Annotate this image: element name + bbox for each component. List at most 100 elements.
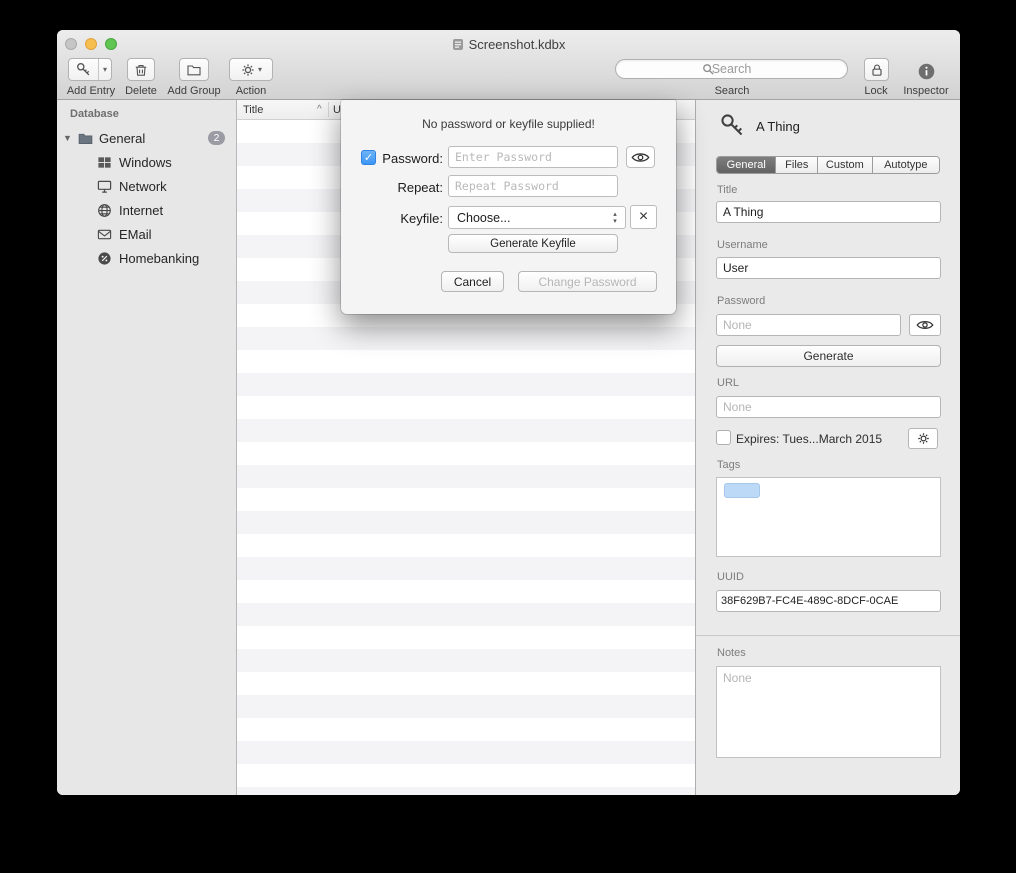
- globe-icon: [97, 202, 114, 219]
- tags-field-label: Tags: [717, 459, 740, 471]
- password-field[interactable]: [716, 314, 901, 336]
- eye-icon: [631, 151, 650, 164]
- column-header-username[interactable]: U: [333, 104, 341, 116]
- sidebar-item-label: Internet: [119, 203, 163, 218]
- monitor-icon: [97, 178, 114, 195]
- divider: [696, 635, 960, 636]
- sidebar-item-label: EMail: [119, 227, 152, 242]
- inspector-tabs: General Files Custom Autotype: [716, 156, 940, 174]
- change-password-sheet: No password or keyfile supplied! ✓ Passw…: [341, 100, 676, 314]
- tags-box[interactable]: [716, 477, 941, 557]
- inspector-toggle-button[interactable]: [915, 60, 937, 82]
- trash-icon: [133, 62, 149, 78]
- notes-field-label: Notes: [717, 647, 746, 659]
- padlock-icon: [869, 62, 885, 78]
- sidebar: Database ▼ General 2 Windows: [57, 100, 237, 795]
- expires-label: Expires: Tues...March 2015: [736, 432, 882, 446]
- password-field-label: Password: [717, 295, 765, 307]
- keyfile-label: Keyfile:: [377, 211, 443, 226]
- tab-autotype[interactable]: Autotype: [873, 157, 939, 173]
- reveal-password-button[interactable]: [626, 146, 655, 168]
- tag-chip[interactable]: [724, 483, 760, 498]
- add-group-button[interactable]: [179, 58, 209, 81]
- action-button[interactable]: ▾: [229, 58, 273, 81]
- disclosure-triangle-icon[interactable]: ▼: [63, 133, 77, 143]
- inspector-panel: A Thing General Files Custom Autotype Ti…: [695, 100, 960, 795]
- enter-password-input[interactable]: [448, 146, 618, 168]
- tab-custom[interactable]: Custom: [818, 157, 873, 173]
- desktop: Screenshot.kdbx ▾ Add Entry Delete: [0, 0, 1016, 873]
- title-field[interactable]: [716, 201, 941, 223]
- keyfile-dropdown-value: Choose...: [457, 211, 511, 225]
- folder-icon: [186, 62, 202, 78]
- add-group-label: Add Group: [164, 85, 224, 97]
- gear-icon: [240, 62, 256, 78]
- app-window: Screenshot.kdbx ▾ Add Entry Delete: [57, 30, 960, 795]
- chevron-down-icon[interactable]: ▾: [98, 59, 111, 80]
- sheet-message: No password or keyfile supplied!: [341, 117, 676, 131]
- sidebar-item-label: Windows: [119, 155, 172, 170]
- info-icon: [917, 62, 936, 81]
- gear-icon: [916, 431, 931, 446]
- reveal-password-button[interactable]: [909, 314, 941, 336]
- cancel-button[interactable]: Cancel: [441, 271, 504, 292]
- username-field-label: Username: [717, 239, 768, 251]
- keyfile-dropdown[interactable]: Choose... ▴ ▾: [448, 206, 626, 229]
- url-field[interactable]: [716, 396, 941, 418]
- repeat-label: Repeat:: [377, 180, 443, 195]
- uuid-field-label: UUID: [717, 571, 744, 583]
- delete-button[interactable]: [127, 58, 155, 81]
- close-icon: ×: [639, 208, 648, 226]
- clear-keyfile-button[interactable]: ×: [630, 205, 657, 229]
- envelope-icon: [97, 226, 114, 243]
- sidebar-item-email[interactable]: EMail: [57, 223, 236, 245]
- sidebar-header: Database: [70, 108, 119, 120]
- generate-password-button[interactable]: Generate: [716, 345, 941, 367]
- tab-files[interactable]: Files: [776, 157, 818, 173]
- delete-label: Delete: [120, 85, 162, 97]
- lock-label: Lock: [857, 85, 895, 97]
- lock-button[interactable]: [864, 58, 889, 81]
- entry-title: A Thing: [756, 119, 800, 134]
- key-icon: [69, 59, 98, 80]
- sidebar-item-label: General: [99, 131, 145, 146]
- entry-count-badge: 2: [208, 131, 225, 145]
- stepper-down-icon: ▾: [613, 218, 617, 225]
- title-field-label: Title: [717, 184, 737, 196]
- sidebar-item-network[interactable]: Network: [57, 175, 236, 197]
- notes-field[interactable]: [716, 666, 941, 758]
- window-title: Screenshot.kdbx: [57, 37, 960, 52]
- windows-icon: [97, 154, 114, 171]
- column-divider[interactable]: [328, 102, 329, 117]
- sidebar-item-homebanking[interactable]: Homebanking: [57, 247, 236, 269]
- change-password-button[interactable]: Change Password: [518, 271, 657, 292]
- sidebar-item-general[interactable]: ▼ General 2: [57, 127, 236, 149]
- add-entry-label: Add Entry: [63, 85, 119, 97]
- expires-checkbox[interactable]: [716, 430, 731, 445]
- sort-ascending-icon: ^: [317, 104, 322, 115]
- checkmark-icon: ✓: [364, 151, 373, 164]
- inspector-label: Inspector: [897, 85, 955, 97]
- expires-settings-button[interactable]: [908, 428, 938, 449]
- add-entry-button[interactable]: ▾: [68, 58, 112, 81]
- sidebar-item-internet[interactable]: Internet: [57, 199, 236, 221]
- search-field[interactable]: [615, 59, 848, 79]
- key-icon: [718, 111, 746, 139]
- column-header-title[interactable]: Title: [243, 104, 263, 116]
- sidebar-item-windows[interactable]: Windows: [57, 151, 236, 173]
- folder-icon: [77, 130, 94, 147]
- password-enabled-checkbox[interactable]: ✓: [361, 150, 376, 165]
- tab-general[interactable]: General: [717, 157, 776, 173]
- generate-keyfile-button[interactable]: Generate Keyfile: [448, 234, 618, 253]
- sidebar-item-label: Homebanking: [119, 251, 199, 266]
- uuid-field[interactable]: [716, 590, 941, 612]
- percent-coin-icon: [97, 250, 114, 267]
- chevron-down-icon: ▾: [258, 65, 262, 74]
- repeat-password-input[interactable]: [448, 175, 618, 197]
- search-input[interactable]: [616, 60, 847, 78]
- search-label: Search: [702, 85, 762, 97]
- action-label: Action: [229, 85, 273, 97]
- eye-icon: [916, 319, 934, 331]
- username-field[interactable]: [716, 257, 941, 279]
- window-title-text: Screenshot.kdbx: [469, 37, 566, 52]
